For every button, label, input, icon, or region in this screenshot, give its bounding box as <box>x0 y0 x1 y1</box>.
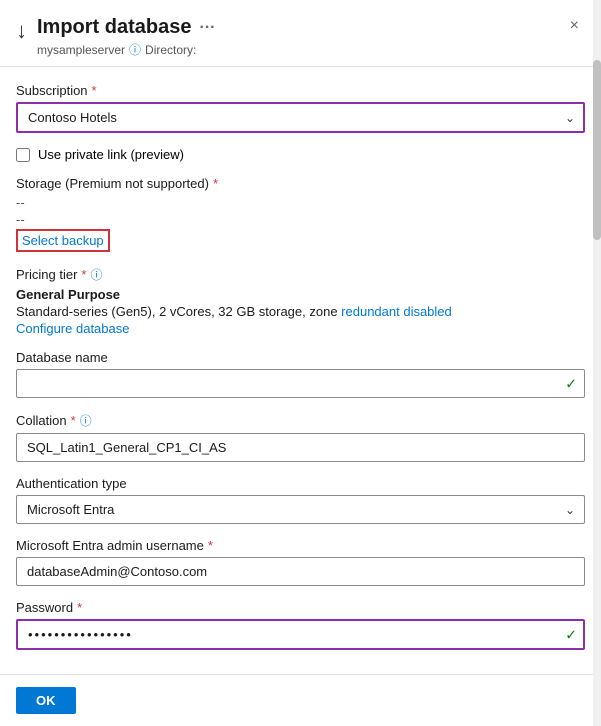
ok-button[interactable]: OK <box>16 687 76 714</box>
password-required: * <box>77 600 82 615</box>
auth-type-label: Authentication type <box>16 476 585 491</box>
db-name-input-wrapper: ✓ <box>16 369 585 398</box>
entra-admin-group: Microsoft Entra admin username * <box>16 538 585 586</box>
header-left: ↓ Import database ··· mysampleserver ⓘ D… <box>16 16 215 58</box>
panel-body: Subscription * Contoso Hotels ⌄ Use priv… <box>0 67 601 674</box>
private-link-label: Use private link (preview) <box>38 147 184 162</box>
ellipsis-menu[interactable]: ··· <box>199 19 215 37</box>
entra-admin-input[interactable] <box>16 557 585 586</box>
pricing-info-icon[interactable]: ⓘ <box>90 266 102 283</box>
password-input-wrapper: ✓ <box>16 619 585 650</box>
db-name-input[interactable] <box>16 369 585 398</box>
pricing-content: General Purpose Standard-series (Gen5), … <box>16 287 585 336</box>
subscription-select[interactable]: Contoso Hotels <box>16 102 585 133</box>
collation-label: Collation * ⓘ <box>16 412 585 429</box>
collation-input-wrapper <box>16 433 585 462</box>
collation-group: Collation * ⓘ <box>16 412 585 462</box>
password-input[interactable] <box>16 619 585 650</box>
pricing-desc-blue: redundant disabled <box>341 304 452 319</box>
auth-type-group: Authentication type Microsoft Entra ⌄ <box>16 476 585 524</box>
collation-info-icon[interactable]: ⓘ <box>80 412 92 429</box>
close-button[interactable]: × <box>564 16 585 36</box>
pricing-description: Standard-series (Gen5), 2 vCores, 32 GB … <box>16 304 585 319</box>
pricing-required: * <box>81 267 86 282</box>
server-name: mysampleserver <box>37 43 125 57</box>
password-label: Password * <box>16 600 585 615</box>
private-link-group: Use private link (preview) <box>16 147 585 162</box>
panel-header: ↓ Import database ··· mysampleserver ⓘ D… <box>0 0 601 67</box>
panel-footer: OK <box>0 674 601 726</box>
header-title-group: Import database ··· mysampleserver ⓘ Dir… <box>37 16 215 58</box>
title-text: Import database <box>37 16 191 39</box>
db-name-check-icon: ✓ <box>565 375 577 392</box>
subscription-label: Subscription * <box>16 83 585 98</box>
import-database-panel: ↓ Import database ··· mysampleserver ⓘ D… <box>0 0 601 726</box>
entra-admin-label: Microsoft Entra admin username * <box>16 538 585 553</box>
collation-input[interactable] <box>16 433 585 462</box>
scrollbar-track <box>593 0 601 726</box>
auth-type-select[interactable]: Microsoft Entra <box>16 495 585 524</box>
db-name-label: Database name <box>16 350 585 365</box>
subscription-group: Subscription * Contoso Hotels ⌄ <box>16 83 585 133</box>
storage-required: * <box>213 176 218 191</box>
subtitle-info-icon[interactable]: ⓘ <box>129 41 141 58</box>
db-name-group: Database name ✓ <box>16 350 585 398</box>
pricing-title: General Purpose <box>16 287 585 302</box>
storage-content: -- -- Select backup <box>16 195 585 252</box>
subscription-required: * <box>92 83 97 98</box>
storage-label: Storage (Premium not supported) * <box>16 176 585 191</box>
entra-admin-required: * <box>208 538 213 553</box>
subscription-select-wrapper: Contoso Hotels ⌄ <box>16 102 585 133</box>
storage-row-2: -- <box>16 212 585 227</box>
password-group: Password * ✓ <box>16 600 585 650</box>
pricing-tier-label: Pricing tier * ⓘ <box>16 266 585 283</box>
storage-group: Storage (Premium not supported) * -- -- … <box>16 176 585 252</box>
scrollbar-thumb[interactable] <box>593 60 601 240</box>
select-backup-button[interactable]: Select backup <box>16 229 110 252</box>
private-link-checkbox[interactable] <box>16 148 30 162</box>
auth-type-select-wrapper: Microsoft Entra ⌄ <box>16 495 585 524</box>
password-check-icon: ✓ <box>565 626 577 643</box>
pricing-tier-group: Pricing tier * ⓘ General Purpose Standar… <box>16 266 585 336</box>
collation-required: * <box>71 413 76 428</box>
header-subtitle: mysampleserver ⓘ Directory: <box>37 41 215 58</box>
select-backup-wrapper: Select backup <box>16 229 585 252</box>
configure-database-link[interactable]: Configure database <box>16 321 585 336</box>
storage-row-1: -- <box>16 195 585 210</box>
directory-label: Directory: <box>145 43 196 57</box>
entra-admin-input-wrapper <box>16 557 585 586</box>
panel-title: Import database ··· <box>37 16 215 39</box>
import-icon: ↓ <box>16 18 27 44</box>
